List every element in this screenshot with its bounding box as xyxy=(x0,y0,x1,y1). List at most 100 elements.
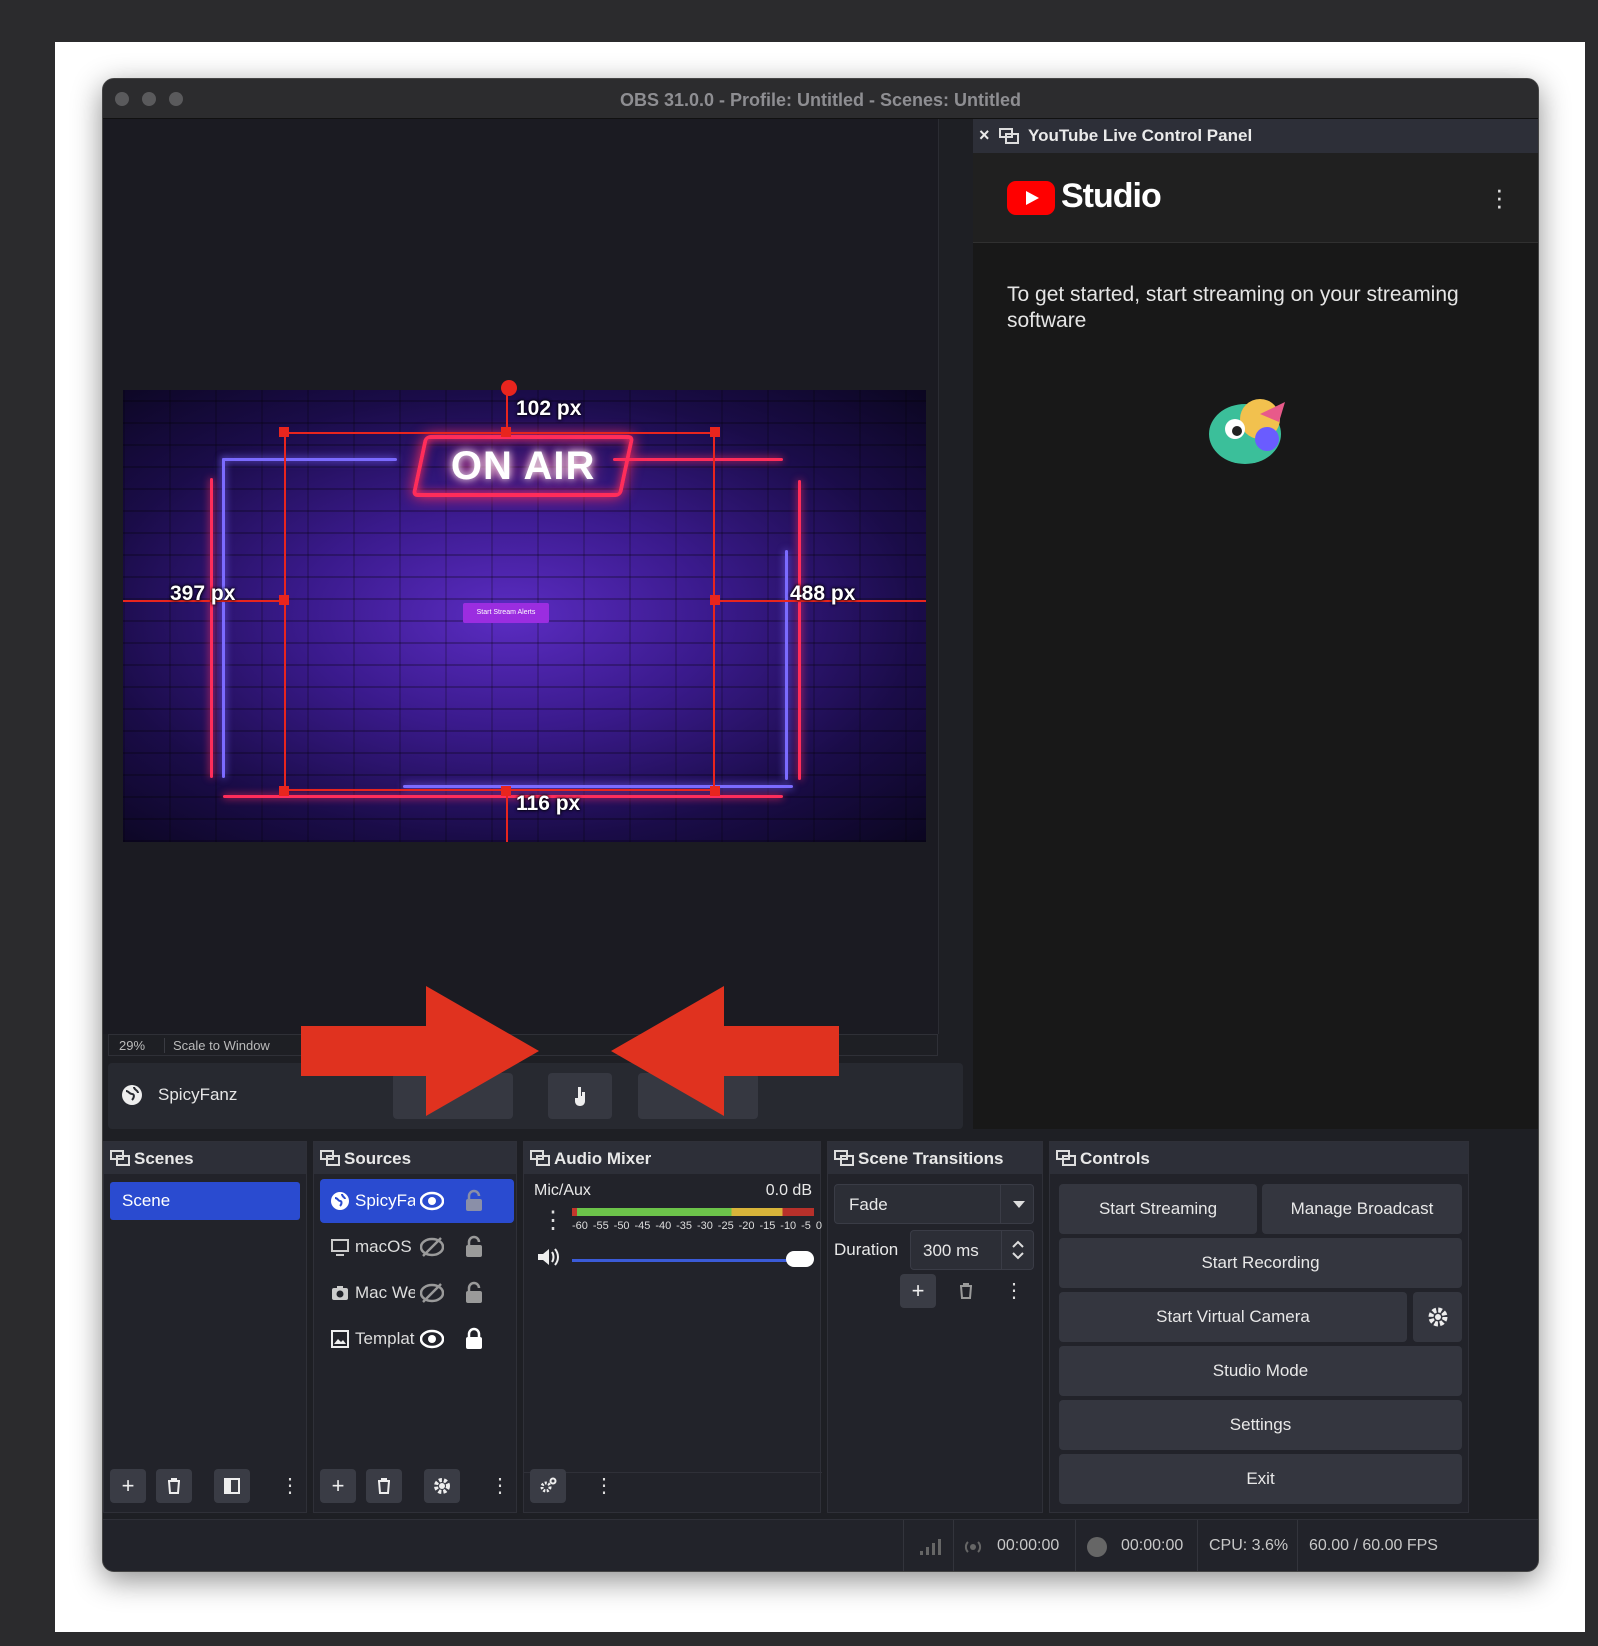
add-source-button[interactable]: + xyxy=(320,1469,356,1503)
stepper-icon[interactable] xyxy=(1011,1238,1025,1262)
eye-icon[interactable] xyxy=(420,1190,444,1212)
gears-icon xyxy=(540,1477,557,1493)
exit-button[interactable]: Exit xyxy=(1059,1454,1462,1504)
virtual-camera-settings-button[interactable] xyxy=(1413,1292,1462,1342)
guide-top xyxy=(506,390,508,432)
youtube-message: To get started, start streaming on your … xyxy=(1007,283,1459,332)
volume-slider-knob[interactable] xyxy=(786,1251,814,1267)
browser-source-icon xyxy=(122,1085,142,1105)
scale-mode-select[interactable]: Scale to Window xyxy=(164,1038,309,1053)
preview-canvas[interactable]: ON AIR Start Stream Alerts 102 px 397 px… xyxy=(123,390,926,842)
preview-scrollbar[interactable] xyxy=(938,119,962,1034)
dock-icon xyxy=(110,1150,130,1166)
volume-slider[interactable] xyxy=(572,1259,812,1262)
remove-scene-button[interactable] xyxy=(156,1469,192,1503)
scene-transitions-dock: Scene Transitions Fade Duration 300 ms +… xyxy=(827,1141,1043,1513)
window-title: OBS 31.0.0 - Profile: Untitled - Scenes:… xyxy=(619,90,1022,110)
interact-button[interactable] xyxy=(548,1073,612,1119)
measure-bottom: 116 px xyxy=(516,792,581,815)
gear-icon xyxy=(434,1478,450,1494)
measure-top: 102 px xyxy=(516,397,582,420)
unlock-icon[interactable] xyxy=(464,1235,484,1259)
resize-handle[interactable] xyxy=(279,427,289,437)
zoom-level: 29% xyxy=(119,1038,146,1053)
studio-mode-button[interactable]: Studio Mode xyxy=(1059,1346,1462,1396)
resize-handle[interactable] xyxy=(710,786,720,796)
eye-slash-icon[interactable] xyxy=(420,1236,444,1258)
right-arrow-annotation xyxy=(301,986,539,1116)
audio-mixer-dock: Audio Mixer Mic/Aux 0.0 dB ⋮ -60 -55 -50 -4… xyxy=(523,1141,822,1513)
preview-area[interactable]: ON AIR Start Stream Alerts 102 px 397 px… xyxy=(103,119,938,1034)
source-item[interactable]: Mac Webcam xyxy=(320,1271,526,1315)
dock-icon xyxy=(834,1150,854,1166)
scene-filters-button[interactable] xyxy=(214,1469,250,1503)
source-item[interactable]: macOS Screen Capture xyxy=(320,1225,526,1269)
measure-left: 397 px xyxy=(170,582,236,605)
scene-transitions-title: Scene Transitions xyxy=(858,1149,1004,1168)
more-options-icon[interactable]: ⋮ xyxy=(594,1469,614,1503)
resize-handle[interactable] xyxy=(279,786,289,796)
mixer-channel-name: Mic/Aux xyxy=(534,1182,591,1199)
more-options-icon[interactable]: ⋮ xyxy=(1004,1274,1024,1308)
streaming-icon xyxy=(964,1541,982,1553)
meter-scale: -60 -55 -50 -45 -40 -35 -30 -25 -20 -15 -10 -5 0 xyxy=(572,1220,822,1232)
resize-handle[interactable] xyxy=(279,595,289,605)
image-icon xyxy=(331,1330,349,1348)
eye-icon[interactable] xyxy=(420,1328,444,1350)
more-options-icon[interactable]: ⋮ xyxy=(490,1469,510,1503)
source-properties-button[interactable] xyxy=(424,1469,460,1503)
speaker-icon[interactable] xyxy=(536,1246,562,1268)
add-scene-button[interactable]: + xyxy=(110,1469,146,1503)
unlock-icon[interactable] xyxy=(464,1281,484,1305)
remove-source-button[interactable] xyxy=(366,1469,402,1503)
camera-icon xyxy=(332,1286,348,1300)
unlock-icon[interactable] xyxy=(464,1189,484,1213)
measure-right: 488 px xyxy=(790,582,856,605)
duration-spinbox[interactable]: 300 ms xyxy=(910,1230,1034,1270)
dock-icon xyxy=(530,1150,550,1166)
dock-icon xyxy=(320,1150,340,1166)
source-item[interactable]: Template xyxy=(320,1317,526,1361)
resize-handle[interactable] xyxy=(710,427,720,437)
remove-transition-button[interactable] xyxy=(948,1274,984,1308)
fps-readout: 60.00 / 60.00 FPS xyxy=(1309,1537,1438,1554)
resize-handle[interactable] xyxy=(501,427,511,437)
cpu-usage: CPU: 3.6% xyxy=(1209,1537,1289,1554)
start-virtual-camera-button[interactable]: Start Virtual Camera xyxy=(1059,1292,1407,1342)
more-options-icon[interactable]: ⋮ xyxy=(541,1204,565,1238)
close-icon[interactable]: × xyxy=(979,125,990,146)
record-icon xyxy=(1087,1537,1107,1557)
dock-title: × YouTube Live Control Panel xyxy=(973,119,1538,153)
resize-handle[interactable] xyxy=(501,786,511,796)
obs-window: OBS 31.0.0 - Profile: Untitled - Scenes:… xyxy=(102,78,1539,1572)
youtube-studio-header: Studio · · · xyxy=(973,153,1538,243)
dock-icon xyxy=(1056,1150,1076,1166)
audio-mixer-title: Audio Mixer xyxy=(554,1149,652,1168)
record-time: 00:00:00 xyxy=(1121,1537,1184,1554)
more-options-icon[interactable]: · · · xyxy=(1495,176,1504,218)
scenes-title: Scenes xyxy=(134,1149,194,1168)
selection-box[interactable] xyxy=(284,432,715,791)
source-item[interactable]: SpicyFanz xyxy=(320,1179,514,1223)
start-streaming-button[interactable]: Start Streaming xyxy=(1059,1184,1257,1234)
signal-icon xyxy=(920,1539,941,1555)
transition-select[interactable]: Fade xyxy=(834,1184,1034,1224)
rotation-handle[interactable] xyxy=(501,380,517,396)
lock-icon[interactable] xyxy=(464,1327,484,1351)
add-transition-button[interactable]: + xyxy=(900,1274,936,1308)
settings-button[interactable]: Settings xyxy=(1059,1400,1462,1450)
guide-bottom xyxy=(506,791,508,842)
left-arrow-annotation xyxy=(611,986,839,1116)
stream-time: 00:00:00 xyxy=(997,1537,1060,1554)
controls-title: Controls xyxy=(1080,1149,1150,1168)
studio-brand: Studio xyxy=(1061,177,1162,215)
more-options-icon[interactable]: ⋮ xyxy=(280,1469,300,1503)
start-recording-button[interactable]: Start Recording xyxy=(1059,1238,1462,1288)
mixer-settings-button[interactable] xyxy=(530,1469,566,1503)
eye-slash-icon[interactable] xyxy=(420,1282,444,1304)
mascot-illustration xyxy=(1209,399,1285,464)
manage-broadcast-button[interactable]: Manage Broadcast xyxy=(1262,1184,1462,1234)
scene-list-item[interactable]: Scene xyxy=(110,1182,300,1220)
duration-label: Duration xyxy=(834,1240,899,1259)
resize-handle[interactable] xyxy=(710,595,720,605)
